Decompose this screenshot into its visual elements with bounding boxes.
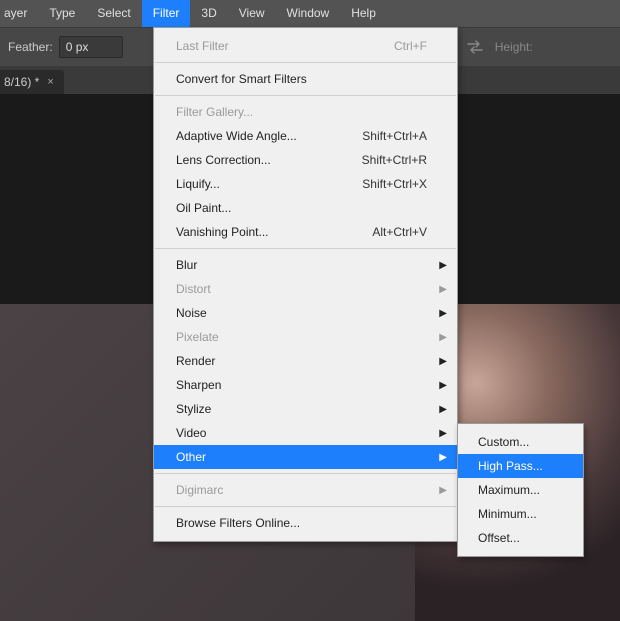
menu-item-oil-paint[interactable]: Oil Paint... [154, 196, 457, 220]
menu-item-label: Liquify... [176, 177, 348, 191]
menu-item-shortcut: Shift+Ctrl+R [362, 153, 427, 167]
menubar-item-select[interactable]: Select [86, 0, 141, 27]
menu-item-pixelate: Pixelate ▶ [154, 325, 457, 349]
submenu-arrow-icon: ▶ [439, 380, 447, 391]
menubar-item-3d[interactable]: 3D [190, 0, 227, 27]
menubar-item-window[interactable]: Window [276, 0, 341, 27]
menu-item-label: Vanishing Point... [176, 225, 358, 239]
submenu-arrow-icon: ▶ [439, 428, 447, 439]
menubar-item-help[interactable]: Help [340, 0, 387, 27]
menu-separator [155, 248, 456, 249]
menu-item-vanishing-point[interactable]: Vanishing Point... Alt+Ctrl+V [154, 220, 457, 244]
menu-item-label: Stylize [176, 402, 427, 416]
filter-menu: Last Filter Ctrl+F Convert for Smart Filte… [153, 27, 458, 542]
submenu-item-label: High Pass... [478, 459, 563, 473]
submenu-arrow-icon: ▶ [439, 332, 447, 343]
submenu-arrow-icon: ▶ [439, 404, 447, 415]
menu-item-other[interactable]: Other ▶ [154, 445, 457, 469]
menu-item-label: Browse Filters Online... [176, 516, 427, 530]
menu-item-label: Filter Gallery... [176, 105, 427, 119]
menubar: ayerTypeSelectFilter3DViewWindowHelp [0, 0, 620, 27]
menubar-item-type[interactable]: Type [38, 0, 86, 27]
menu-item-shortcut: Alt+Ctrl+V [372, 225, 427, 239]
menu-item-label: Blur [176, 258, 427, 272]
submenu-arrow-icon: ▶ [439, 452, 447, 463]
menu-item-stylize[interactable]: Stylize ▶ [154, 397, 457, 421]
menu-item-label: Pixelate [176, 330, 427, 344]
submenu-item-maximum[interactable]: Maximum... [458, 478, 583, 502]
menu-item-liquify[interactable]: Liquify... Shift+Ctrl+X [154, 172, 457, 196]
submenu-item-high-pass[interactable]: High Pass... [458, 454, 583, 478]
menu-item-label: Noise [176, 306, 427, 320]
feather-input[interactable]: 0 px [59, 36, 123, 58]
menu-item-shortcut: Shift+Ctrl+A [362, 129, 427, 143]
menu-item-last-filter: Last Filter Ctrl+F [154, 34, 457, 58]
menubar-item-filter[interactable]: Filter [142, 0, 191, 27]
menu-item-label: Oil Paint... [176, 201, 427, 215]
menu-item-shortcut: Shift+Ctrl+X [362, 177, 427, 191]
menu-item-lens-correction[interactable]: Lens Correction... Shift+Ctrl+R [154, 148, 457, 172]
feather-label: Feather: [8, 40, 53, 54]
menu-item-convert-for-smart-filters[interactable]: Convert for Smart Filters [154, 67, 457, 91]
menu-separator [155, 62, 456, 63]
close-icon[interactable]: × [47, 70, 53, 94]
menu-item-label: Sharpen [176, 378, 427, 392]
menu-item-label: Video [176, 426, 427, 440]
submenu-item-offset[interactable]: Offset... [458, 526, 583, 550]
menu-item-video[interactable]: Video ▶ [154, 421, 457, 445]
submenu-item-label: Minimum... [478, 507, 563, 521]
menu-item-filter-gallery: Filter Gallery... [154, 100, 457, 124]
submenu-arrow-icon: ▶ [439, 284, 447, 295]
menubar-item-ayer[interactable]: ayer [0, 0, 38, 27]
other-submenu: Custom... High Pass... Maximum... Minimum..… [457, 423, 584, 557]
menu-item-label: Distort [176, 282, 427, 296]
menu-item-label: Adaptive Wide Angle... [176, 129, 348, 143]
menu-item-label: Last Filter [176, 39, 380, 53]
menu-separator [155, 506, 456, 507]
menu-item-noise[interactable]: Noise ▶ [154, 301, 457, 325]
menu-item-adaptive-wide-angle[interactable]: Adaptive Wide Angle... Shift+Ctrl+A [154, 124, 457, 148]
menu-separator [155, 473, 456, 474]
menu-item-browse-filters-online[interactable]: Browse Filters Online... [154, 511, 457, 535]
menu-item-render[interactable]: Render ▶ [154, 349, 457, 373]
submenu-arrow-icon: ▶ [439, 485, 447, 496]
submenu-arrow-icon: ▶ [439, 260, 447, 271]
submenu-arrow-icon: ▶ [439, 308, 447, 319]
menu-item-sharpen[interactable]: Sharpen ▶ [154, 373, 457, 397]
menu-item-shortcut: Ctrl+F [394, 39, 427, 53]
height-label: Height: [495, 40, 533, 54]
document-tab[interactable]: 8/16) * × [0, 70, 64, 94]
submenu-item-minimum[interactable]: Minimum... [458, 502, 583, 526]
menu-item-blur[interactable]: Blur ▶ [154, 253, 457, 277]
submenu-item-label: Maximum... [478, 483, 563, 497]
submenu-item-label: Custom... [478, 435, 563, 449]
menubar-item-view[interactable]: View [228, 0, 276, 27]
submenu-arrow-icon: ▶ [439, 356, 447, 367]
menu-item-label: Other [176, 450, 427, 464]
submenu-item-custom[interactable]: Custom... [458, 430, 583, 454]
menu-item-distort: Distort ▶ [154, 277, 457, 301]
submenu-item-label: Offset... [478, 531, 563, 545]
menu-item-digimarc: Digimarc ▶ [154, 478, 457, 502]
menu-separator [155, 95, 456, 96]
menu-item-label: Render [176, 354, 427, 368]
menu-item-label: Lens Correction... [176, 153, 348, 167]
document-tab-title: 8/16) * [4, 70, 39, 94]
menu-item-label: Digimarc [176, 483, 427, 497]
menu-item-label: Convert for Smart Filters [176, 72, 427, 86]
swap-dimensions-icon[interactable] [463, 35, 487, 59]
